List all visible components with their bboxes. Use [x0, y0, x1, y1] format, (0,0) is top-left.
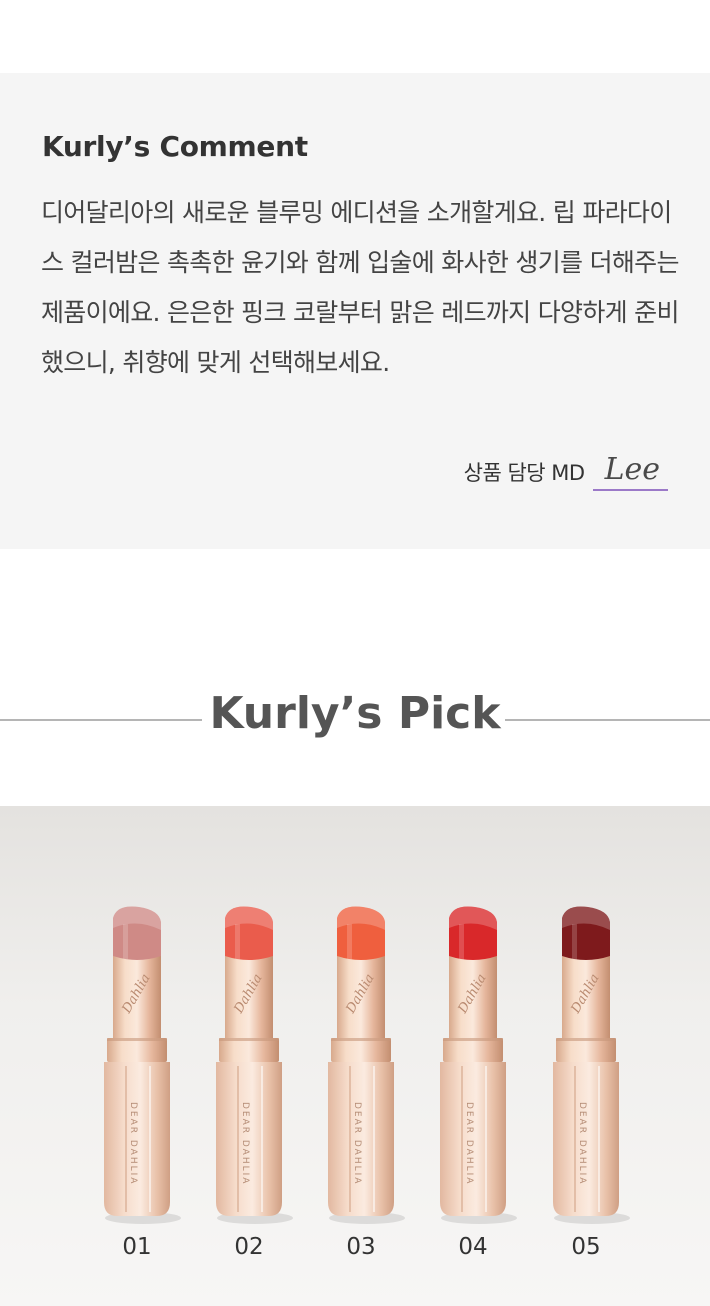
pick-title: Kurly’s Pick [209, 688, 501, 739]
lipstick-02: DahliaDEAR DAHLIA [216, 906, 293, 1224]
lipstick-04: DahliaDEAR DAHLIA [440, 906, 517, 1224]
lipstick-illustration: DahliaDEAR DAHLIA DahliaDEAR DAHLIA Dahlia… [104, 906, 630, 1224]
shade-label-02: 02 [234, 1234, 264, 1260]
signature-name: Lee [592, 453, 668, 491]
shade-label-03: 03 [346, 1234, 376, 1260]
brand-dear-dahlia-01: DEAR DAHLIA [128, 1102, 138, 1185]
lipstick-03: DahliaDEAR DAHLIA [328, 906, 405, 1224]
shade-label-05: 05 [571, 1234, 601, 1260]
lipstick-05: DahliaDEAR DAHLIA [553, 906, 630, 1224]
comment-title: Kurly’s Comment [42, 130, 308, 163]
brand-dear-dahlia-02: DEAR DAHLIA [240, 1102, 250, 1185]
brand-dear-dahlia-03: DEAR DAHLIA [352, 1102, 362, 1185]
brand-dear-dahlia-05: DEAR DAHLIA [577, 1102, 587, 1185]
brand-dear-dahlia-04: DEAR DAHLIA [464, 1102, 474, 1185]
lipstick-01: DahliaDEAR DAHLIA [104, 906, 181, 1224]
product-photo: Dahlia DEAR DAHLIA Dahlia DEAR DAHLIA Dahlia… [0, 806, 710, 1306]
signature-role: 상품 담당 MD [463, 461, 585, 485]
shade-label-04: 04 [458, 1234, 488, 1260]
pick-divider-right [505, 719, 710, 721]
md-signature: 상품 담당 MD Lee [464, 452, 668, 492]
shade-label-01: 01 [122, 1234, 152, 1260]
comment-body: 디어달리아의 새로운 블루밍 에디션을 소개할게요. 립 파라다이스 컬러밤은 … [41, 198, 679, 377]
